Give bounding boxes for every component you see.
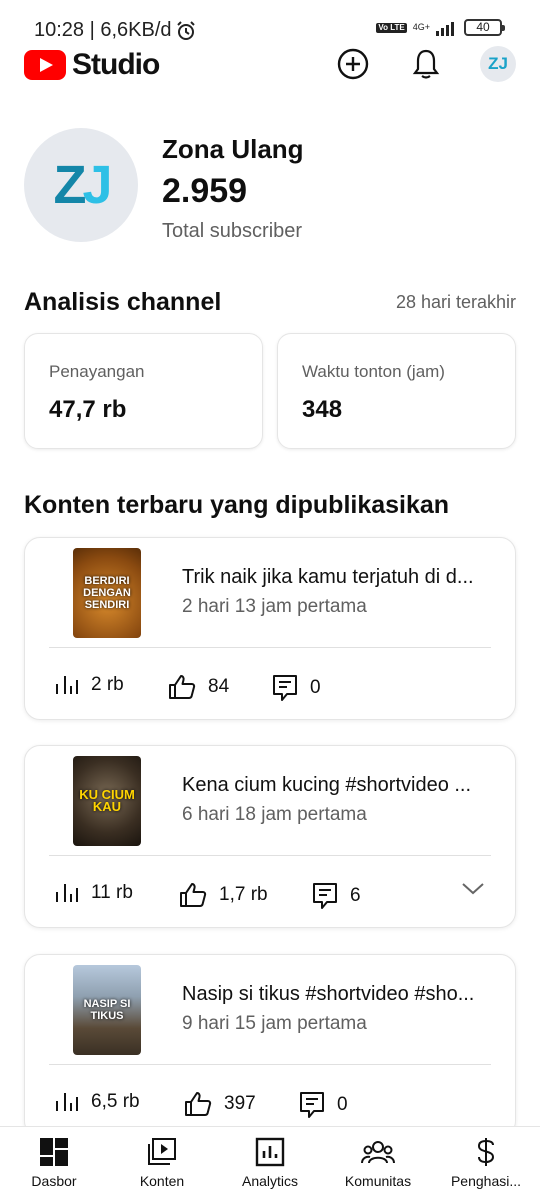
nav-label: Penghasi...: [450, 1173, 522, 1189]
views-metric: 6,5 rb: [55, 1091, 140, 1113]
status-bar: 10:28 | 6,6KB/d Vo LTE 4G+ 40: [0, 0, 540, 44]
subscriber-count: 2.959: [162, 172, 248, 210]
views-value: 47,7 rb: [49, 396, 127, 423]
studio-logo[interactable]: Studio: [24, 48, 160, 82]
comments-count: 6: [350, 885, 361, 906]
views-count: 2 rb: [91, 674, 124, 695]
dashboard-icon: [40, 1138, 68, 1166]
video-title[interactable]: Kena cium kucing #shortvideo ...: [182, 774, 492, 797]
video-card[interactable]: KU CIUM KAU Kena cium kucing #shortvideo…: [24, 745, 516, 928]
likes-count: 1,7 rb: [219, 884, 268, 905]
nav-label: Analytics: [241, 1173, 299, 1189]
likes-metric: 84: [168, 674, 229, 700]
thumbs-up-icon: [185, 1092, 212, 1116]
video-time: 9 hari 15 jam pertama: [182, 1013, 367, 1034]
chevron-down-icon: [462, 883, 484, 895]
video-card[interactable]: NASIP SI TIKUS Nasip si tikus #shortvide…: [24, 954, 516, 1137]
account-avatar[interactable]: ZJ: [480, 46, 516, 82]
comment-icon: [300, 1092, 324, 1118]
battery-icon: 40: [464, 19, 505, 36]
views-count: 6,5 rb: [91, 1091, 140, 1112]
comments-metric: 6: [312, 882, 361, 910]
youtube-play-icon: [24, 50, 66, 80]
video-title[interactable]: Trik naik jika kamu terjatuh di d...: [182, 566, 492, 589]
divider: [49, 1064, 491, 1065]
divider: [49, 855, 491, 856]
video-time: 2 hari 13 jam pertama: [182, 596, 367, 617]
analytics-icon: [255, 1137, 285, 1167]
volte-badge: Vo LTE: [376, 22, 407, 33]
comment-icon: [313, 883, 337, 909]
bar-chart-icon: [56, 1093, 78, 1111]
thumbnail-text: KU CIUM KAU: [79, 787, 135, 814]
video-thumbnail[interactable]: NASIP SI TIKUS: [73, 965, 141, 1055]
community-icon: [361, 1141, 395, 1164]
logo-text: Studio: [72, 48, 160, 81]
app-header: Studio ZJ: [0, 44, 540, 88]
signal-icon: [436, 21, 454, 36]
channel-header: ZJ Zona Ulang 2.959 Total subscriber: [24, 128, 516, 248]
nav-item-konten[interactable]: Konten: [108, 1127, 216, 1200]
create-button[interactable]: [335, 46, 371, 82]
content-library-icon: [148, 1138, 176, 1165]
comment-icon: [273, 675, 297, 701]
bar-chart-icon: [56, 884, 78, 902]
video-card[interactable]: BERDIRI DENGAN SENDIRI Trik naik jika ka…: [24, 537, 516, 720]
recent-content-title: Konten terbaru yang dipublikasikan: [24, 491, 450, 519]
alarm-icon: [176, 20, 195, 40]
nav-item-analytics[interactable]: Analytics: [216, 1127, 324, 1200]
thumbs-up-icon: [180, 883, 207, 907]
add-circle-icon: [337, 48, 369, 80]
bottom-nav: Dasbor Konten Analytics Komunitas Pengha…: [0, 1126, 540, 1200]
video-thumbnail[interactable]: BERDIRI DENGAN SENDIRI: [73, 548, 141, 638]
thumbs-up-icon: [169, 675, 196, 699]
watch-time-value: 348: [302, 396, 343, 423]
video-thumbnail[interactable]: KU CIUM KAU: [73, 756, 141, 846]
nav-label: Konten: [139, 1173, 185, 1189]
views-label: Penayangan: [49, 362, 145, 381]
bell-icon: [412, 49, 440, 79]
dollar-icon: [477, 1138, 495, 1166]
views-metric: 2 rb: [55, 674, 124, 696]
status-left: 10:28 | 6,6KB/d: [34, 19, 196, 42]
analytics-range: 28 hari terakhir: [395, 292, 516, 312]
views-card[interactable]: Penayangan 47,7 rb: [24, 333, 263, 449]
channel-logo: ZJ: [53, 155, 112, 215]
video-time: 6 hari 18 jam pertama: [182, 804, 367, 825]
comments-count: 0: [310, 677, 321, 698]
notifications-button[interactable]: [408, 46, 444, 82]
analytics-title: Analisis channel: [24, 288, 222, 316]
status-time-data: 10:28 | 6,6KB/d: [34, 19, 172, 41]
comments-count: 0: [337, 1094, 348, 1115]
nav-item-komunitas[interactable]: Komunitas: [324, 1127, 432, 1200]
likes-metric: 1,7 rb: [179, 882, 268, 908]
divider: [49, 647, 491, 648]
nav-item-dasbor[interactable]: Dasbor: [0, 1127, 108, 1200]
likes-count: 84: [208, 676, 230, 697]
video-title[interactable]: Nasip si tikus #shortvideo #sho...: [182, 983, 492, 1006]
comments-metric: 0: [299, 1091, 348, 1119]
likes-count: 397: [224, 1093, 256, 1114]
subscriber-label: Total subscriber: [162, 220, 303, 242]
channel-avatar[interactable]: ZJ: [24, 128, 138, 242]
avatar-initials: ZJ: [488, 54, 508, 73]
thumbnail-text: BERDIRI DENGAN SENDIRI: [83, 575, 131, 611]
status-right: Vo LTE 4G+ 40: [376, 19, 505, 36]
watch-time-label: Waktu tonton (jam): [302, 362, 445, 381]
views-metric: 11 rb: [55, 882, 133, 904]
watch-time-card[interactable]: Waktu tonton (jam) 348: [277, 333, 516, 449]
network-type: 4G+: [412, 22, 430, 32]
views-count: 11 rb: [91, 882, 133, 903]
expand-button[interactable]: [461, 880, 485, 901]
likes-metric: 397: [184, 1091, 256, 1117]
bar-chart-icon: [56, 676, 78, 694]
nav-label: Dasbor: [31, 1173, 77, 1189]
channel-name: Zona Ulang: [162, 134, 304, 164]
thumbnail-text: NASIP SI TIKUS: [83, 998, 131, 1022]
nav-label: Komunitas: [344, 1173, 412, 1189]
nav-item-penghasilan[interactable]: Penghasi...: [432, 1127, 540, 1200]
comments-metric: 0: [272, 674, 321, 702]
